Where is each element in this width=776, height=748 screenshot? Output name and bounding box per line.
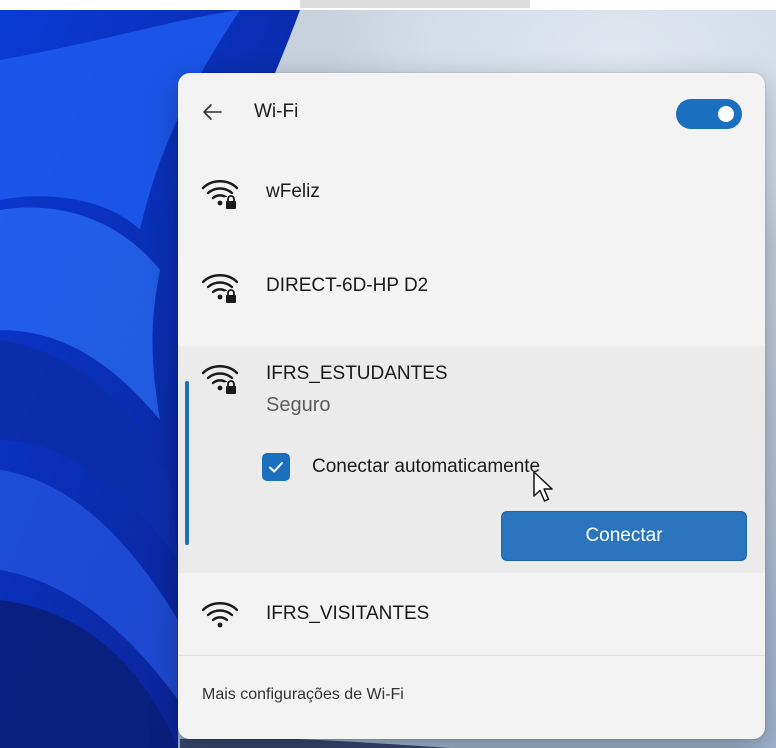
network-status: Seguro [266,394,331,416]
panel-footer: Mais configurações de Wi-Fi [178,655,765,739]
network-name: IFRS_ESTUDANTES [266,363,448,384]
network-item[interactable]: IFRS_VISITANTES [178,573,765,655]
connect-button[interactable]: Conectar [501,511,747,561]
wifi-flyout-panel: Wi-Fi wFeliz DIRECT-6D-HP D2 IFRS_ESTUDA… [178,73,765,739]
wifi-lock-icon [200,269,240,305]
auto-connect-checkbox-row[interactable]: Conectar automaticamente [262,450,540,484]
network-name: wFeliz [266,181,320,202]
checkmark-icon [269,462,283,473]
network-item-selected[interactable]: IFRS_ESTUDANTES Seguro Conectar automati… [178,346,765,573]
wifi-lock-icon [200,175,240,211]
top-strip [0,0,776,10]
toggle-knob [718,106,734,122]
selection-indicator [185,381,189,545]
panel-header: Wi-Fi [178,73,765,155]
network-item[interactable]: DIRECT-6D-HP D2 [178,245,765,341]
arrow-left-icon[interactable] [200,99,226,125]
auto-connect-label: Conectar automaticamente [312,456,541,477]
mouse-pointer-icon [532,470,558,504]
wifi-lock-icon [200,360,240,396]
wifi-icon [200,597,240,633]
page-title: Wi-Fi [254,101,299,122]
top-strip-fragment [300,0,530,8]
network-name: DIRECT-6D-HP D2 [266,275,429,296]
auto-connect-checkbox[interactable] [262,453,290,481]
wifi-toggle[interactable] [676,99,742,129]
network-name: IFRS_VISITANTES [266,603,430,624]
network-item[interactable]: wFeliz [178,155,765,245]
more-wifi-settings-link[interactable]: Mais configurações de Wi-Fi [202,686,404,704]
